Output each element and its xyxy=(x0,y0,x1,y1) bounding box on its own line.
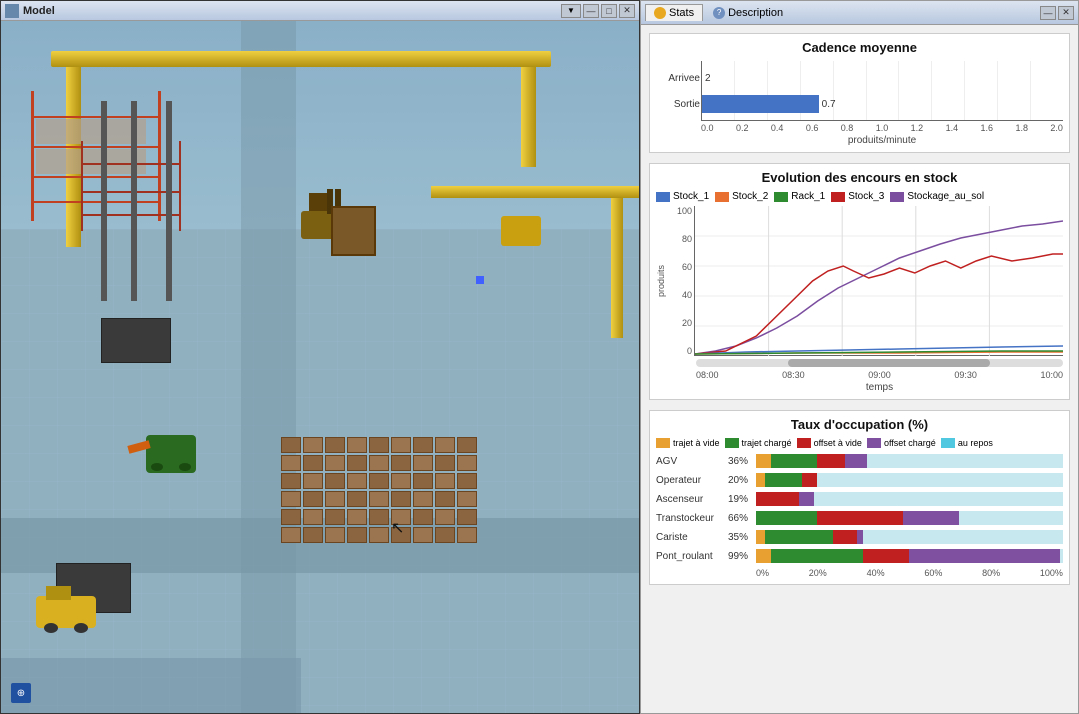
gantry2-leg xyxy=(611,198,623,338)
pallet-grid xyxy=(281,437,477,543)
cadence-title: Cadence moyenne xyxy=(656,40,1063,55)
stats-titlebar: Stats ? Description — ✕ xyxy=(641,1,1078,25)
occ-row-operateur: Operateur 20% xyxy=(656,473,1063,487)
pont-roulant-pct: 99% xyxy=(728,551,756,562)
tab-description-label: Description xyxy=(728,7,783,19)
model-viewport[interactable]: ↖ ⊕ xyxy=(1,21,639,713)
occ-row-ascenseur: Ascenseur 19% xyxy=(656,492,1063,506)
gantry-beam xyxy=(51,51,551,67)
arrivee-label: Arrivee xyxy=(660,73,700,84)
legend-stock3: Stock_3 xyxy=(848,191,884,202)
agv-robot xyxy=(146,435,196,473)
transtockeur-pct: 66% xyxy=(728,513,756,524)
legend-offset-vide: offset à vide xyxy=(814,438,862,448)
platform-1 xyxy=(101,318,171,363)
sortie-bar xyxy=(702,95,819,113)
transtockeur-bar xyxy=(756,511,1063,525)
evolution-y-title: produits xyxy=(656,206,670,356)
gantry2-beam xyxy=(431,186,639,198)
occ-row-agv: AGV 36% xyxy=(656,454,1063,468)
pole-1 xyxy=(101,101,107,301)
cariste-bar xyxy=(756,530,1063,544)
model-title: Model xyxy=(23,5,55,17)
agv-label: AGV xyxy=(656,456,728,467)
cariste-label: Cariste xyxy=(656,532,728,543)
legend-au-repos: au repos xyxy=(958,438,993,448)
legend-stock1: Stock_1 xyxy=(673,191,709,202)
model-maximize-btn[interactable]: □ xyxy=(601,4,617,18)
legend-stock2: Stock_2 xyxy=(732,191,768,202)
tab-stats[interactable]: Stats xyxy=(645,4,703,21)
ascenseur-label: Ascenseur xyxy=(656,494,728,505)
occupation-rows: AGV 36% Operateur 20% xyxy=(656,454,1063,563)
model-panel: Model ▼ — □ ✕ xyxy=(0,0,640,714)
model-icon xyxy=(5,4,19,18)
occupation-section: Taux d'occupation (%) trajet à vide traj… xyxy=(649,410,1070,585)
cadence-section: Cadence moyenne xyxy=(649,33,1070,153)
vehicle-2 xyxy=(501,216,541,246)
stats-close-btn[interactable]: ✕ xyxy=(1058,6,1074,20)
agv-pct: 36% xyxy=(728,456,756,467)
agv-bar xyxy=(756,454,1063,468)
occ-row-pont-roulant: Pont_roulant 99% xyxy=(656,549,1063,563)
model-titlebar: Model ▼ — □ ✕ xyxy=(1,1,639,21)
sortie-value: 0.7 xyxy=(822,99,836,110)
occupation-title: Taux d'occupation (%) xyxy=(656,417,1063,432)
operateur-label: Operateur xyxy=(656,475,728,486)
nav-icon[interactable]: ⊕ xyxy=(11,683,31,703)
pont-roulant-label: Pont_roulant xyxy=(656,551,728,562)
evolution-legend: Stock_1 Stock_2 Rack_1 Stock_3 Stockage_… xyxy=(656,191,1063,202)
tab-description[interactable]: ? Description xyxy=(705,5,791,21)
cariste-pct: 35% xyxy=(728,532,756,543)
stats-minimize-btn[interactable]: — xyxy=(1040,6,1056,20)
stats-panel: Stats ? Description — ✕ Cadence moyenne xyxy=(640,0,1079,714)
evolution-section: Evolution des encours en stock Stock_1 S… xyxy=(649,163,1070,400)
cargo-box xyxy=(331,206,376,256)
pole-2 xyxy=(131,101,137,301)
question-icon: ? xyxy=(713,7,725,19)
legend-rack1: Rack_1 xyxy=(791,191,825,202)
evolution-svg xyxy=(695,206,1063,356)
operateur-pct: 20% xyxy=(728,475,756,486)
ascenseur-pct: 19% xyxy=(728,494,756,505)
evolution-title: Evolution des encours en stock xyxy=(656,170,1063,185)
occ-row-cariste: Cariste 35% xyxy=(656,530,1063,544)
ascenseur-bar xyxy=(756,492,1063,506)
legend-offset-charge: offset chargé xyxy=(884,438,936,448)
evolution-x-labels: 08:0008:3009:0009:3010:00 xyxy=(696,370,1063,380)
evolution-chart: produits 100806040200 xyxy=(656,206,1063,356)
legend-trajet-vide: trajet à vide xyxy=(673,438,720,448)
stats-content: Cadence moyenne xyxy=(641,25,1078,713)
cadence-x-labels: 0.00.20.40.60.81.01.21.41.61.82.0 xyxy=(701,123,1063,133)
arrivee-value: 2 xyxy=(705,73,711,84)
blue-indicator xyxy=(476,276,484,284)
occupation-legend: trajet à vide trajet chargé offset à vid… xyxy=(656,438,1063,448)
pont-roulant-bar xyxy=(756,549,1063,563)
stats-tabs: Stats ? Description xyxy=(645,4,791,21)
tab-stats-label: Stats xyxy=(669,7,694,19)
legend-stockage-sol: Stockage_au_sol xyxy=(907,191,984,202)
legend-trajet-charge: trajet chargé xyxy=(742,438,792,448)
evolution-x-title: temps xyxy=(696,382,1063,393)
occupation-x-labels: 0%20%40%60%80%100% xyxy=(756,568,1063,578)
operateur-bar xyxy=(756,473,1063,487)
gantry-right-leg-upper xyxy=(521,67,536,167)
pole-3 xyxy=(166,101,172,301)
occ-row-transtockeur: Transtockeur 66% xyxy=(656,511,1063,525)
model-close-btn[interactable]: ✕ xyxy=(619,4,635,18)
evolution-scrollbar[interactable] xyxy=(696,359,1063,367)
model-dropdown-btn[interactable]: ▼ xyxy=(561,4,581,18)
cadence-x-title: produits/minute xyxy=(701,135,1063,146)
evolution-y-labels: 100806040200 xyxy=(670,206,694,356)
sortie-label: Sortie xyxy=(660,99,700,110)
transtockeur-label: Transtockeur xyxy=(656,513,728,524)
chart-icon xyxy=(654,7,666,19)
model-minimize-btn[interactable]: — xyxy=(583,4,599,18)
yellow-vehicle xyxy=(36,596,96,628)
